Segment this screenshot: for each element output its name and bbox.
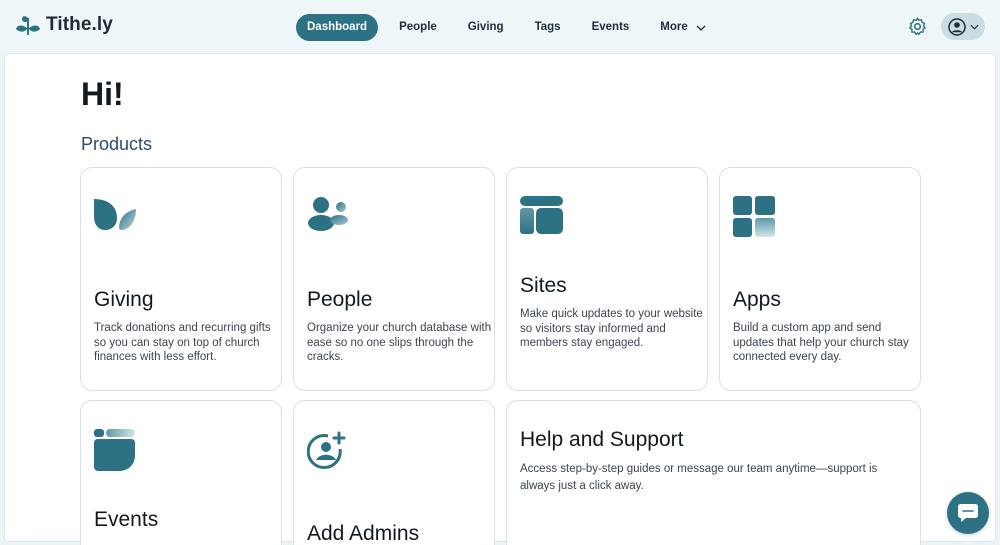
- help-and-support-card[interactable]: Help and Support Access step-by-step gui…: [506, 400, 921, 545]
- card-title: Apps: [733, 288, 781, 311]
- nav-events[interactable]: Events: [582, 14, 640, 41]
- nav-people[interactable]: People: [389, 14, 447, 41]
- giving-leaf-icon: [94, 199, 136, 230]
- user-menu-button[interactable]: [941, 13, 985, 40]
- top-navigation-bar: Tithe.ly Dashboard People Giving Tags Ev…: [0, 0, 1000, 53]
- tithely-leaf-logo-icon: [16, 16, 40, 36]
- nav-more-dropdown[interactable]: More: [650, 14, 715, 41]
- chat-support-button[interactable]: [947, 492, 989, 534]
- product-card-sites[interactable]: Sites Make quick updates to your website…: [506, 167, 708, 391]
- nav-more-label: More: [660, 21, 688, 33]
- brand-logo[interactable]: Tithe.ly: [16, 14, 113, 36]
- product-card-apps[interactable]: Apps Build a custom app and send updates…: [719, 167, 921, 391]
- card-title: People: [307, 288, 373, 311]
- card-title: Add Admins: [307, 522, 420, 545]
- main-nav: Dashboard People Giving Tags Events More: [296, 14, 727, 41]
- brand-name: Tithe.ly: [46, 14, 113, 35]
- add-admin-icon: [307, 431, 346, 469]
- dashboard-content: Hi! Products Giving Track donations and …: [4, 53, 996, 545]
- card-title: Help and Support: [520, 428, 684, 451]
- chat-bubble-icon: [958, 504, 978, 522]
- gear-icon[interactable]: [907, 16, 928, 37]
- people-icon: [308, 197, 348, 231]
- product-card-people[interactable]: People Organize your church database wit…: [293, 167, 495, 391]
- nav-tags[interactable]: Tags: [525, 14, 571, 41]
- products-section-title: Products: [81, 134, 153, 154]
- card-description: Organize your church database with ease …: [307, 322, 492, 363]
- events-icon: [94, 429, 135, 471]
- product-card-add-admins[interactable]: Add Admins: [293, 400, 495, 545]
- apps-grid-icon: [733, 196, 775, 237]
- card-title: Sites: [520, 274, 567, 297]
- card-description: Access step-by-step guides or message ou…: [520, 463, 878, 492]
- page-greeting: Hi!: [81, 76, 124, 112]
- chevron-down-icon: [696, 25, 706, 31]
- sites-icon: [520, 196, 563, 234]
- chevron-down-icon: [969, 24, 979, 30]
- card-description: Build a custom app and send updates that…: [733, 322, 909, 363]
- card-title: Giving: [94, 288, 154, 311]
- nav-giving[interactable]: Giving: [458, 14, 514, 41]
- product-card-events[interactable]: Events: [80, 400, 282, 545]
- card-description: Track donations and recurring gifts so y…: [94, 322, 271, 363]
- nav-dashboard[interactable]: Dashboard: [296, 14, 379, 41]
- user-avatar-icon: [947, 17, 966, 36]
- product-card-giving[interactable]: Giving Track donations and recurring gif…: [80, 167, 282, 391]
- card-description: Make quick updates to your website so vi…: [520, 308, 703, 349]
- card-title: Events: [94, 508, 159, 531]
